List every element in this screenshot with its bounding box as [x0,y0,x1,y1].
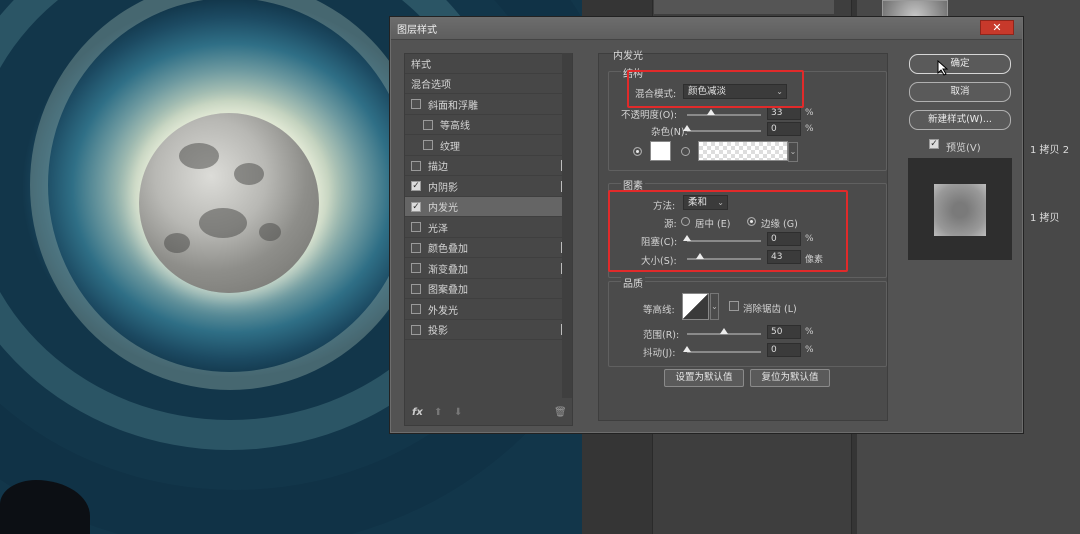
preview-swatch [934,184,986,236]
gradient-swatch[interactable] [698,141,788,161]
jitter-slider-knob[interactable] [683,346,691,352]
style-item[interactable]: 混合选项 [405,74,572,94]
jitter-slider[interactable] [683,346,761,353]
style-list: 样式混合选项斜面和浮雕等高线纹理描边+✓内阴影+✓内发光光泽颜色叠加+渐变叠加+… [404,53,573,426]
opacity-input[interactable]: 33 [767,106,801,120]
preview-checkbox[interactable]: ✓ [929,139,939,149]
style-item-label: 等高线 [440,121,470,132]
arrow-down-icon[interactable]: ⬇ [454,407,462,418]
ok-button[interactable]: 确定 [909,54,1011,74]
arrow-up-icon[interactable]: ⬆ [434,407,442,418]
style-item-label: 渐变叠加 [428,264,468,276]
style-list-footer: fx ⬆ ⬇ 🗑 [404,401,573,423]
opacity-label: 不透明度(O): [621,110,678,121]
layer-name[interactable]: 1 拷贝 2 [1030,141,1069,156]
antialias-label: 消除锯齿 (L) [743,304,797,315]
style-item[interactable]: 斜面和浮雕 [405,95,572,115]
fx-button[interactable]: fx [412,407,423,418]
range-slider[interactable] [687,328,761,335]
style-item-label: 描边 [428,162,448,173]
style-checkbox[interactable] [411,324,421,335]
style-item-label: 图案叠加 [428,285,468,296]
set-default-button[interactable]: 设置为默认值 [664,369,744,387]
opacity-unit: % [805,108,814,118]
style-list-scrollbar[interactable] [562,53,572,398]
range-input[interactable]: 50 [767,325,801,339]
style-checkbox[interactable]: ✓ [411,181,421,191]
style-preview [908,158,1012,260]
noise-slider[interactable] [683,125,761,132]
range-label: 范围(R): [643,330,680,341]
chevron-down-icon[interactable]: ⌄ [710,293,719,320]
noise-input[interactable]: 0 [767,122,801,136]
style-checkbox[interactable] [411,283,421,294]
style-item[interactable]: 颜色叠加+ [405,238,572,258]
chevron-down-icon[interactable]: ⌄ [788,142,798,162]
contour-preview[interactable] [682,293,709,320]
preview-label: 预览(V) [946,143,981,154]
gradient-radio[interactable] [681,147,690,156]
style-item-label: 投影 [428,326,448,337]
style-checkbox[interactable] [411,160,421,171]
antialias-checkbox[interactable] [729,301,739,311]
highlight-box [608,190,848,272]
style-item[interactable]: 图案叠加 [405,279,572,299]
jitter-label: 抖动(J): [643,348,676,359]
jitter-unit: % [805,345,814,355]
color-radio[interactable] [633,147,642,156]
style-checkbox[interactable] [423,140,433,150]
style-item[interactable]: ✓内阴影+ [405,177,572,197]
layer-thumbnail[interactable] [882,0,948,18]
close-button[interactable]: ✕ [980,20,1014,35]
style-checkbox[interactable] [411,222,421,232]
glow-color-swatch[interactable] [650,141,671,161]
style-checkbox[interactable] [423,119,433,130]
panel-title: 内发光 [613,51,643,62]
style-item[interactable]: 描边+ [405,156,572,176]
style-item[interactable]: 纹理 [405,136,572,156]
highlight-box [627,70,804,108]
contour-label: 等高线: [643,305,675,316]
close-icon: ✕ [992,21,1002,34]
style-item[interactable]: ✓ 内发光 [405,197,572,217]
style-checkbox[interactable] [411,304,421,314]
style-checkbox[interactable] [411,99,421,109]
style-item[interactable]: 等高线 [405,115,572,135]
style-item-label: 外发光 [428,305,458,317]
style-checkbox[interactable] [411,242,421,253]
dialog-titlebar[interactable]: 图层样式 [391,18,1022,40]
noise-slider-knob[interactable] [683,125,691,131]
style-item[interactable]: 渐变叠加+ [405,259,572,279]
mouse-cursor-icon [937,60,949,76]
style-item[interactable]: 投影+ [405,320,572,340]
cancel-button[interactable]: 取消 [909,82,1011,102]
style-checkbox[interactable] [411,263,421,273]
range-unit: % [805,327,814,337]
opacity-slider-knob[interactable] [707,109,716,115]
moon-image [139,113,319,293]
style-item-label: 内发光 [428,203,458,214]
style-item[interactable]: 外发光 [405,300,572,320]
trash-icon[interactable]: 🗑 [554,407,567,418]
style-item-label: 纹理 [440,141,460,153]
style-item[interactable]: 光泽 [405,218,572,238]
dialog-title: 图层样式 [397,25,437,36]
layer-name[interactable]: 1 拷贝 [1030,209,1060,224]
style-list-header: 样式 [405,54,572,74]
style-item-label: 混合选项 [411,80,451,91]
reset-default-button[interactable]: 复位为默认值 [750,369,830,387]
style-item-label: 颜色叠加 [428,244,468,255]
jitter-input[interactable]: 0 [767,343,801,357]
style-item-label: 内阴影 [428,182,458,194]
style-checkbox[interactable]: ✓ [411,201,421,212]
style-item-label: 斜面和浮雕 [428,100,478,112]
range-slider-knob[interactable] [720,328,728,334]
noise-unit: % [805,124,814,134]
new-style-button[interactable]: 新建样式(W)... [909,110,1011,130]
style-item-label: 光泽 [428,223,448,235]
layer-style-dialog: 图层样式 ✕ 样式混合选项斜面和浮雕等高线纹理描边+✓内阴影+✓内发光光泽颜色叠… [390,17,1023,433]
panel-topbar [654,0,834,14]
opacity-slider[interactable] [687,109,761,116]
quality-title: 品质 [621,275,645,290]
